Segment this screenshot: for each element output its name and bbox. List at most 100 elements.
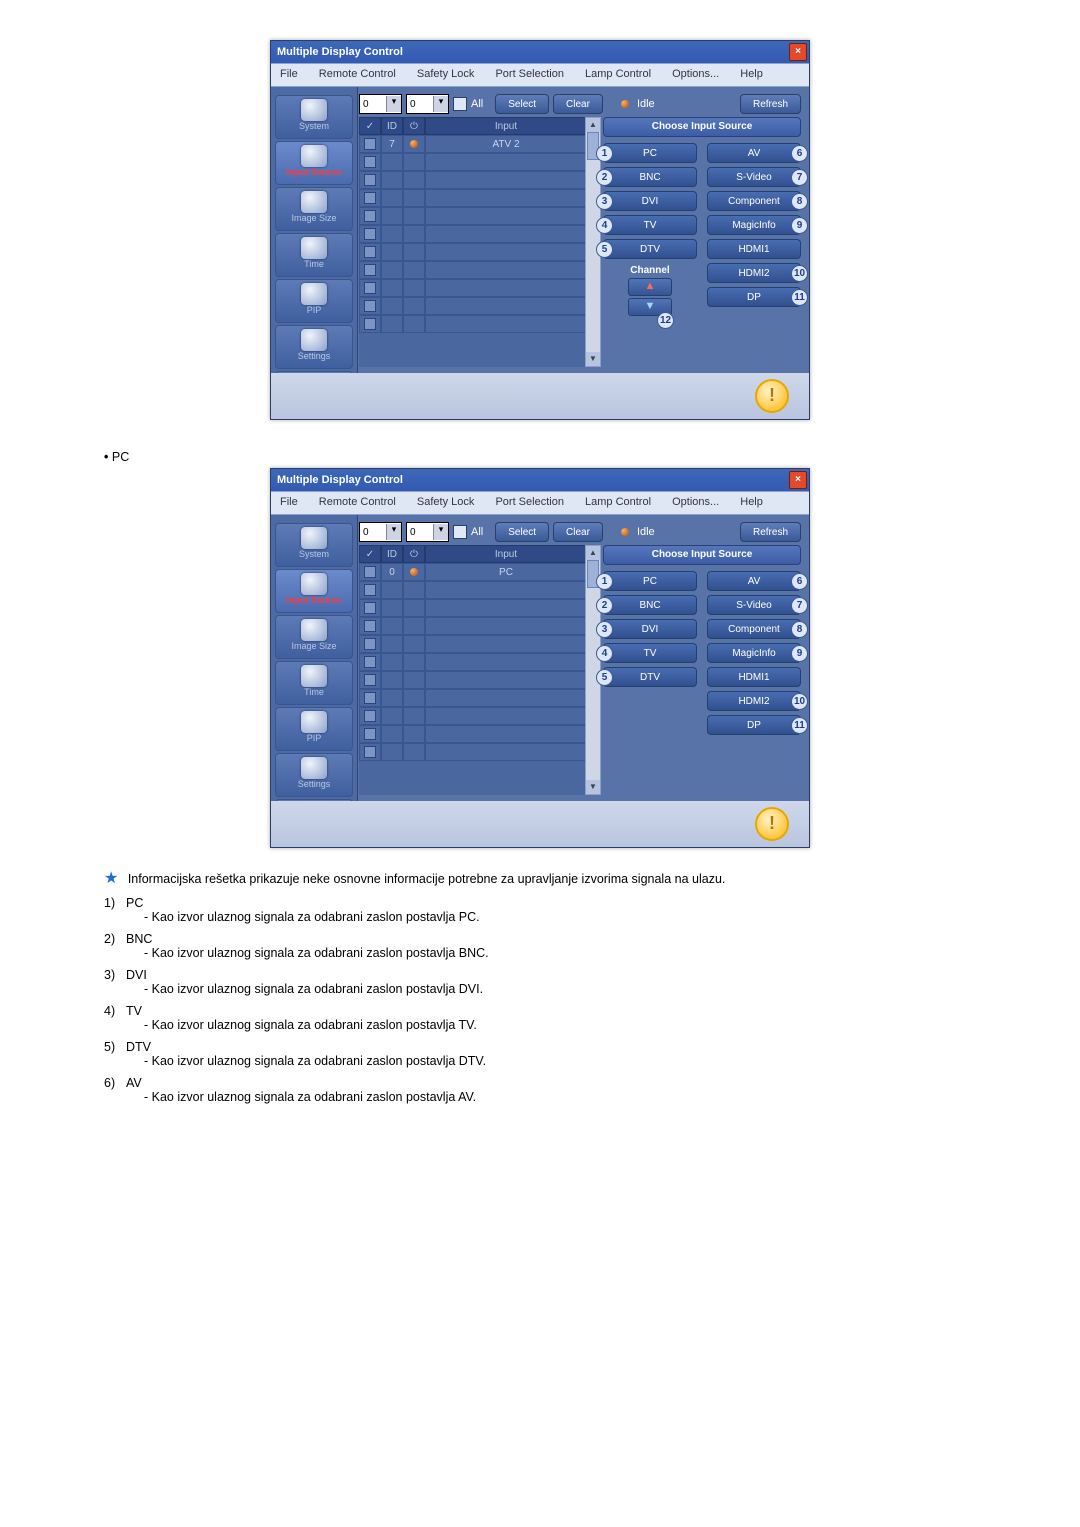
menu-help[interactable]: Help	[731, 64, 772, 84]
settings-icon	[301, 329, 327, 351]
menubar: File Remote Control Safety Lock Port Sel…	[271, 63, 809, 87]
src-av[interactable]: AV6	[707, 571, 801, 591]
scroll-down-icon[interactable]: ▼	[586, 352, 600, 366]
toolbar: 0▾ 0▾ All Select Clear Idle Refresh	[359, 93, 801, 115]
col-power-icon: ⏻	[403, 117, 425, 135]
src-pc[interactable]: 1PC	[603, 571, 697, 591]
row-check[interactable]	[364, 138, 376, 150]
sidebar-time[interactable]: Time	[275, 661, 353, 705]
list-row[interactable]: 7 ATV 2	[359, 135, 587, 153]
menu-options[interactable]: Options...	[663, 64, 728, 84]
sidebar-settings[interactable]: Settings	[275, 325, 353, 369]
src-magicinfo[interactable]: MagicInfo9	[707, 643, 801, 663]
channel-up[interactable]: ▲	[628, 278, 672, 296]
menu-remote[interactable]: Remote Control	[310, 64, 405, 84]
sidebar-input-source[interactable]: Input Source	[275, 569, 353, 613]
inputsource-icon	[301, 145, 327, 167]
dropdown-2[interactable]: 0▾	[406, 522, 449, 542]
menu-safety[interactable]: Safety Lock	[408, 492, 483, 512]
src-hdmi1[interactable]: HDMI1	[707, 667, 801, 687]
menu-port[interactable]: Port Selection	[486, 64, 572, 84]
power-led-icon	[410, 140, 418, 148]
clear-button[interactable]: Clear	[553, 522, 603, 542]
src-magicinfo[interactable]: MagicInfo9	[707, 215, 801, 235]
time-icon	[301, 237, 327, 259]
toolbar: 0▾ 0▾ All Select Clear Idle Refresh	[359, 521, 801, 543]
dropdown-2[interactable]: 0▾	[406, 94, 449, 114]
display-list: ✓ ID ⏻ Input 7 ATV 2 ▲	[359, 117, 587, 367]
close-icon[interactable]: ×	[789, 471, 807, 489]
sidebar-settings[interactable]: Settings	[275, 753, 353, 797]
menu-file[interactable]: File	[271, 492, 307, 512]
src-tv[interactable]: 4TV	[603, 215, 697, 235]
src-dtv[interactable]: 5DTV	[603, 239, 697, 259]
list-row	[359, 171, 587, 189]
dropdown-1[interactable]: 0▾	[359, 522, 402, 542]
select-button[interactable]: Select	[495, 522, 549, 542]
warning-icon: !	[755, 379, 789, 413]
src-svideo[interactable]: S-Video7	[707, 595, 801, 615]
src-bnc[interactable]: 2BNC	[603, 167, 697, 187]
list-row[interactable]: 0 PC	[359, 563, 587, 581]
src-component[interactable]: Component8	[707, 619, 801, 639]
list-row	[359, 153, 587, 171]
sidebar-image-size[interactable]: Image Size	[275, 187, 353, 231]
src-component[interactable]: Component8	[707, 191, 801, 211]
menu-safety[interactable]: Safety Lock	[408, 64, 483, 84]
app-body: 0▾ 0▾ All Select Clear Idle Refresh Syst…	[271, 515, 809, 847]
menu-lamp[interactable]: Lamp Control	[576, 64, 660, 84]
bullet-pc: PC	[104, 450, 1040, 464]
src-tv[interactable]: 4TV	[603, 643, 697, 663]
src-hdmi2[interactable]: HDMI210	[707, 263, 801, 283]
all-checkbox[interactable]	[453, 97, 467, 111]
src-hdmi1[interactable]: HDMI1	[707, 239, 801, 259]
warning-icon: !	[755, 807, 789, 841]
list-header: ✓ ID ⏻ Input	[359, 117, 587, 135]
src-dvi[interactable]: 3DVI	[603, 191, 697, 211]
menu-options[interactable]: Options...	[663, 492, 728, 512]
src-dtv[interactable]: 5DTV	[603, 667, 697, 687]
refresh-button[interactable]: Refresh	[740, 522, 801, 542]
all-checkbox[interactable]	[453, 525, 467, 539]
menubar: File Remote Control Safety Lock Port Sel…	[271, 491, 809, 515]
src-av[interactable]: AV6	[707, 143, 801, 163]
legend-item: 4)TV- Kao izvor ulaznog signala za odabr…	[104, 1004, 976, 1032]
sidebar-pip[interactable]: PIP	[275, 707, 353, 751]
src-bnc[interactable]: 2BNC	[603, 595, 697, 615]
close-icon[interactable]: ×	[789, 43, 807, 61]
src-svideo[interactable]: S-Video7	[707, 167, 801, 187]
src-dvi[interactable]: 3DVI	[603, 619, 697, 639]
list-row	[359, 279, 587, 297]
menu-file[interactable]: File	[271, 64, 307, 84]
list-row	[359, 243, 587, 261]
sidebar-image-size[interactable]: Image Size	[275, 615, 353, 659]
window-title: Multiple Display Control	[277, 474, 403, 486]
menu-remote[interactable]: Remote Control	[310, 492, 405, 512]
legend-item: 1)PC- Kao izvor ulaznog signala za odabr…	[104, 896, 976, 924]
source-grid: 1PC AV6 2BNC S-Video7 3DVI Component8 4T…	[603, 143, 801, 318]
sidebar-pip[interactable]: PIP	[275, 279, 353, 323]
col-input: Input	[425, 117, 587, 135]
intro-line: ★ Informacijska rešetka prikazuje neke o…	[104, 868, 976, 888]
scroll-up-icon[interactable]: ▲	[586, 118, 600, 132]
src-dp[interactable]: DP11	[707, 287, 801, 307]
refresh-button[interactable]: Refresh	[740, 94, 801, 114]
system-icon	[301, 99, 327, 121]
dropdown-1[interactable]: 0▾	[359, 94, 402, 114]
clear-button[interactable]: Clear	[553, 94, 603, 114]
sidebar-system[interactable]: System	[275, 95, 353, 139]
src-hdmi2[interactable]: HDMI210	[707, 691, 801, 711]
badge-12: 12	[657, 312, 674, 329]
input-source-panel: Choose Input Source 1PC AV6 2BNC S-Video…	[603, 545, 801, 795]
sidebar-system[interactable]: System	[275, 523, 353, 567]
imagesize-icon	[301, 191, 327, 213]
menu-help[interactable]: Help	[731, 492, 772, 512]
menu-port[interactable]: Port Selection	[486, 492, 572, 512]
src-dp[interactable]: DP11	[707, 715, 801, 735]
list-row	[359, 189, 587, 207]
menu-lamp[interactable]: Lamp Control	[576, 492, 660, 512]
select-button[interactable]: Select	[495, 94, 549, 114]
sidebar-time[interactable]: Time	[275, 233, 353, 277]
sidebar-input-source[interactable]: Input Source	[275, 141, 353, 185]
src-pc[interactable]: 1PC	[603, 143, 697, 163]
